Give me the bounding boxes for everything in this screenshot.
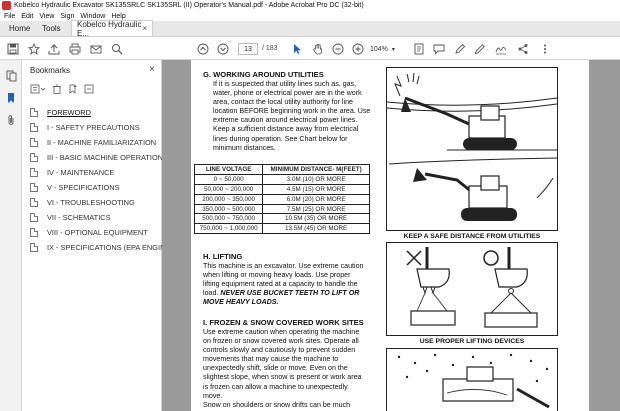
left-navigation-pane [0, 60, 22, 411]
new-bookmark-icon[interactable] [68, 84, 78, 96]
page-total: / 183 [262, 45, 278, 52]
bookmarks-list: FOREWORD I - SAFETY PRECAUTIONS II - MAC… [30, 105, 173, 255]
hand-tool-icon[interactable] [311, 42, 325, 56]
bookmark-item[interactable]: II - MACHINE FAMILIARIZATION [30, 135, 160, 150]
menu-file[interactable]: File [4, 13, 15, 20]
section-g-text: If it is suspected that utility lines su… [213, 80, 371, 152]
tab-document[interactable]: Kobelco Hydraulic E... × [71, 19, 153, 38]
bookmarks-title: Bookmarks [30, 66, 71, 75]
bookmark-item[interactable]: FOREWORD [30, 105, 160, 120]
table-row: 500,000 ~ 750,000 10.5M (35) OR MORE [193, 213, 370, 225]
bookmark-item[interactable]: IX - SPECIFICATIONS (EPA ENGINE) [30, 240, 173, 255]
menu-sign[interactable]: Sign [60, 13, 74, 20]
menu-view[interactable]: View [39, 13, 54, 20]
select-cursor-icon[interactable] [290, 42, 304, 56]
excavator-power-lines-drawing [386, 72, 558, 221]
section-h-text: This machine is an excavator. Use extrem… [203, 262, 364, 307]
page-thumbnails-icon[interactable] [5, 70, 17, 82]
bookmark-item[interactable]: VI - TROUBLESHOOTING [30, 195, 160, 210]
table-row: 0 ~ 50,000 3.0M (10) OR MORE [193, 173, 370, 185]
menu-window[interactable]: Window [80, 13, 105, 20]
page-bookmark-icon [30, 243, 38, 252]
bookmark-item[interactable]: IV - MAINTENANCE [30, 165, 160, 180]
table-row: 750,000 ~ 1,000,000 13.5M (45) OR MORE [193, 223, 370, 235]
figure-caption-utilities: KEEP A SAFE DISTANCE FROM UTILITIES [403, 233, 541, 240]
table-header: LINE VOLTAGE [193, 164, 264, 175]
fit-page-icon[interactable] [412, 42, 426, 56]
tab-home[interactable]: Home [0, 20, 33, 36]
bookmark-item[interactable]: VII - SCHEMATICS [30, 210, 160, 225]
lifting-devices-drawing [406, 247, 538, 328]
close-panel-icon[interactable]: × [149, 64, 155, 75]
upload-icon[interactable] [47, 42, 61, 56]
share-icon[interactable] [516, 42, 530, 56]
bookmark-item[interactable]: VIII - OPTIONAL EQUIPMENT [30, 225, 160, 240]
section-h-title: H. LIFTING [203, 252, 243, 261]
bookmarks-panel: Bookmarks × FOREWORD I - SAFETY PRECAUTI… [22, 60, 173, 411]
close-tab-icon[interactable]: × [142, 24, 147, 33]
page-bookmark-icon [30, 183, 38, 192]
bookmarks-toolbar [30, 84, 94, 96]
chevron-down-icon: ▾ [391, 46, 395, 53]
draw-pencil-icon[interactable] [473, 42, 487, 56]
bookmark-options-icon[interactable] [30, 84, 46, 96]
envelope-icon[interactable] [89, 42, 103, 56]
table-header: MINIMUM DISTANCE- M(FEET) [262, 164, 370, 175]
utilities-illustration [386, 67, 558, 231]
voltage-distance-table: LINE VOLTAGE MINIMUM DISTANCE- M(FEET) 0… [193, 164, 370, 235]
page-bookmark-icon [30, 123, 38, 132]
pdf-page: G. WORKING AROUND UTILITIES If it is sus… [191, 60, 589, 411]
figure-caption-lifting: USE PROPER LIFTING DEVICES [419, 338, 525, 345]
tab-tools[interactable]: Tools [33, 20, 71, 36]
save-icon[interactable] [6, 42, 20, 56]
title-bar: Kobelco Hydraulic Excavator SK135SRLC SK… [0, 0, 620, 11]
highlight-pen-icon[interactable] [453, 42, 467, 56]
window-title: Kobelco Hydraulic Excavator SK135SRLC SK… [14, 2, 364, 9]
page-up-icon[interactable] [196, 42, 210, 56]
expand-bookmark-icon[interactable] [84, 84, 94, 96]
page-bookmark-icon [30, 138, 38, 147]
toolbar: 13 / 183 104% ▾ [0, 37, 620, 60]
page-down-icon[interactable] [216, 42, 230, 56]
print-icon[interactable] [68, 42, 82, 56]
table-row: 200,000 ~ 350,000 6.0M (20) OR MORE [193, 193, 370, 205]
section-g-title: G. WORKING AROUND UTILITIES [203, 70, 324, 79]
menu-help[interactable]: Help [111, 13, 125, 20]
page-bookmark-icon [30, 198, 38, 207]
snow-site-illustration [386, 348, 558, 411]
star-bookmark-icon[interactable] [27, 42, 41, 56]
page-bookmark-icon [30, 153, 38, 162]
bookmark-item[interactable]: V - SPECIFICATIONS [30, 180, 160, 195]
tab-bar: Home Tools Kobelco Hydraulic E... × [0, 19, 620, 38]
more-tools-icon[interactable] [538, 42, 552, 56]
page-bookmark-icon [30, 168, 38, 177]
lifting-illustration [386, 242, 558, 336]
page-number-input[interactable]: 13 [238, 43, 258, 55]
sign-icon[interactable] [494, 42, 508, 56]
menu-edit[interactable]: Edit [21, 13, 33, 20]
table-header-row: LINE VOLTAGE MINIMUM DISTANCE- M(FEET) [193, 164, 370, 175]
zoom-search-icon[interactable] [110, 42, 124, 56]
attachments-paperclip-icon[interactable] [5, 114, 17, 126]
document-viewer[interactable]: G. WORKING AROUND UTILITIES If it is sus… [162, 60, 620, 411]
table-row: 350,000 ~ 500,000 7.5M (25) OR MORE [193, 203, 370, 215]
page-bookmark-icon [30, 228, 38, 237]
zoom-level-value: 104% [370, 45, 388, 53]
bookmark-item[interactable]: III - BASIC MACHINE OPERATION [30, 150, 163, 165]
tab-document-label: Kobelco Hydraulic E... [77, 19, 142, 38]
section-i-title: I. FROZEN & SNOW COVERED WORK SITES [203, 318, 364, 327]
page-bookmark-icon [30, 108, 38, 117]
section-i-text: Use extreme caution when operating the m… [203, 328, 362, 409]
snow-covered-site-drawing [397, 353, 550, 409]
comment-icon[interactable] [432, 42, 446, 56]
bookmark-panel-icon[interactable] [5, 92, 17, 104]
bookmark-item[interactable]: I - SAFETY PRECAUTIONS [30, 120, 160, 135]
zoom-in-icon[interactable] [351, 42, 365, 56]
page-bookmark-icon [30, 213, 38, 222]
table-row: 50,000 ~ 200,000 4.5M (15) OR MORE [193, 183, 370, 195]
acrobat-logo-icon [2, 1, 11, 10]
zoom-level-dropdown[interactable]: 104% ▾ [370, 43, 400, 55]
delete-bookmark-icon[interactable] [52, 84, 62, 96]
zoom-out-icon[interactable] [331, 42, 345, 56]
